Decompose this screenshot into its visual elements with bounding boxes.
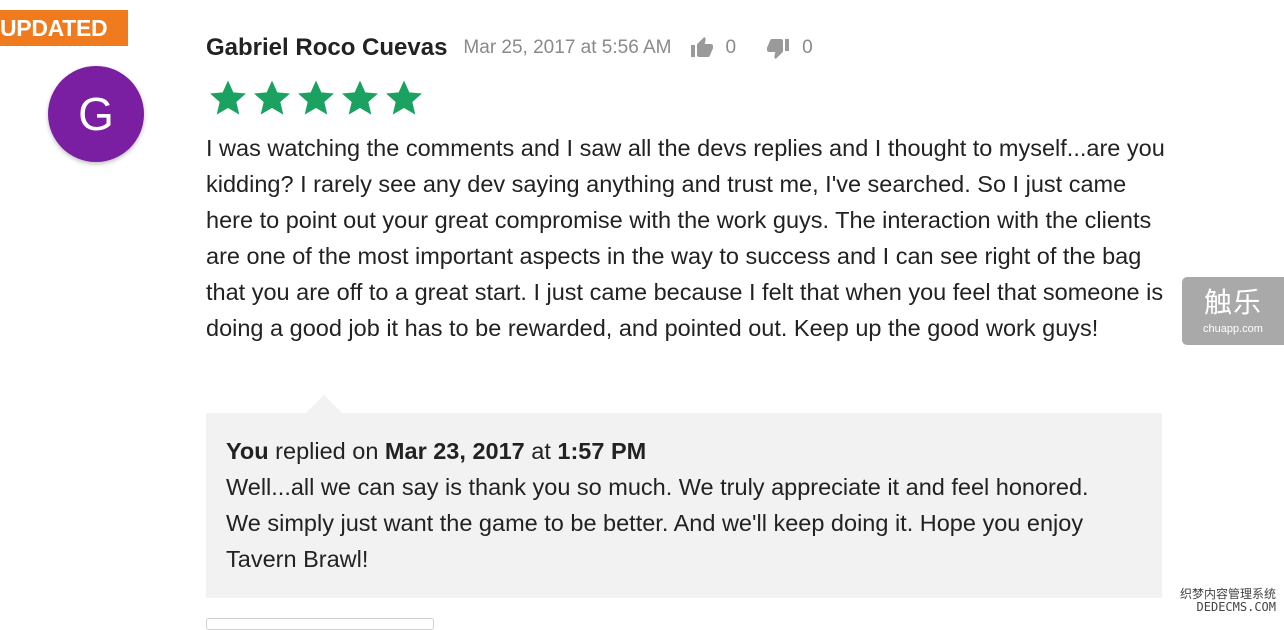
watermark: 织梦内容管理系统 DEDECMS.COM — [1180, 588, 1276, 614]
side-widget-url: chuapp.com — [1203, 323, 1263, 335]
reply-replied-on: replied on — [275, 438, 379, 464]
star-rating — [206, 78, 1166, 118]
thumbs-down-button[interactable]: 0 — [766, 36, 813, 60]
updated-badge: UPDATED — [0, 10, 128, 46]
thumbs-up-button[interactable]: 0 — [690, 36, 737, 60]
avatar: G — [48, 66, 144, 162]
review: Gabriel Roco Cuevas Mar 25, 2017 at 5:56… — [206, 28, 1166, 346]
review-author: Gabriel Roco Cuevas — [206, 34, 448, 61]
reply-caret — [306, 395, 342, 413]
star-icon — [210, 80, 246, 115]
review-header: Gabriel Roco Cuevas Mar 25, 2017 at 5:56… — [206, 28, 1166, 68]
reply-at: at — [531, 438, 551, 464]
reply-meta: You replied on Mar 23, 2017 at 1:57 PM — [226, 433, 1142, 469]
review-date: Mar 25, 2017 at 5:56 AM — [463, 37, 672, 58]
reply-text: Well...all we can say is thank you so mu… — [226, 474, 1089, 572]
developer-reply: You replied on Mar 23, 2017 at 1:57 PM W… — [206, 413, 1162, 598]
thumbs-up-count: 0 — [725, 37, 737, 58]
review-text: I was watching the comments and I saw al… — [206, 135, 1165, 341]
thumbs-down-icon — [767, 39, 790, 59]
star-icon — [386, 80, 422, 115]
reply-date: Mar 23, 2017 — [384, 438, 525, 464]
reply-time: 1:57 PM — [557, 438, 647, 464]
watermark-line2: DEDECMS.COM — [1196, 600, 1276, 614]
thumbs-up-icon — [690, 37, 713, 57]
side-widget-title: 触乐 — [1203, 287, 1262, 318]
side-widget[interactable]: 触乐 chuapp.com — [1182, 277, 1284, 345]
thumbs-down-count: 0 — [802, 37, 813, 58]
star-icon — [298, 80, 334, 115]
reply-author: You — [226, 438, 269, 464]
star-icon — [254, 80, 290, 115]
star-icon — [342, 80, 378, 115]
footer-button[interactable] — [206, 618, 434, 630]
